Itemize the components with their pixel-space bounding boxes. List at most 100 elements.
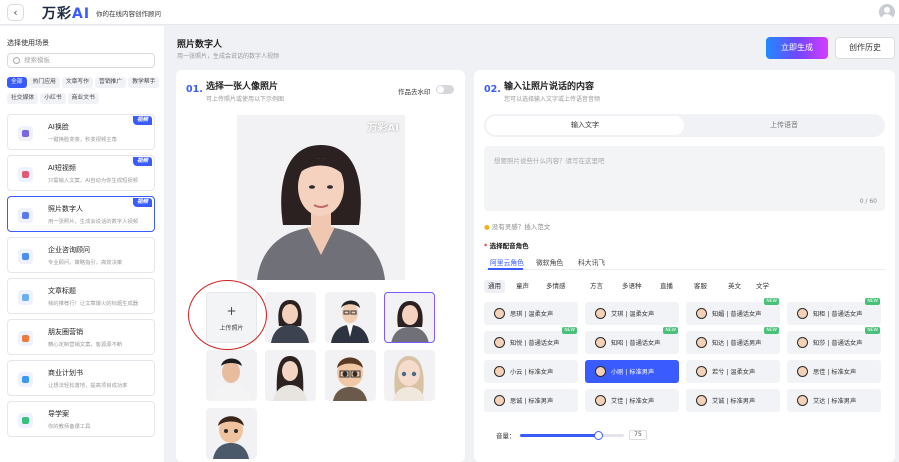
volume-label: 音量： <box>496 432 516 440</box>
scene-card[interactable]: 企业咨询顾问 专业顾问，策略指引，高效决策 <box>7 237 155 273</box>
provider-tab-iflytek[interactable]: 科大讯飞 <box>578 257 605 267</box>
voice-option[interactable]: 知昭 | 普通话女声 NEW <box>585 327 679 354</box>
preset-photo[interactable] <box>206 408 257 459</box>
top-bar: ‹ 万彩AI 你的在线内容创作顾问 <box>0 0 899 25</box>
tab-upload-audio[interactable]: 上传语音 <box>685 116 883 135</box>
voice-category-tab[interactable]: 客服 <box>690 280 711 293</box>
scene-card[interactable]: 文章标题 我的推荐行！让文章爆火的标题生成器 <box>7 278 155 314</box>
voice-option[interactable]: 知柜 | 普通话女声 NEW <box>787 298 881 325</box>
voice-avatar-icon <box>494 337 505 348</box>
voice-category-tab[interactable]: 直播 <box>656 280 677 293</box>
voice-option[interactable]: 知媚 | 普通话女声 NEW <box>686 298 780 325</box>
category-chip[interactable]: 全部 <box>7 77 27 88</box>
volume-handle[interactable] <box>594 431 603 440</box>
voice-option[interactable]: 若兮 | 温柔女声 <box>686 360 780 383</box>
voice-avatar-icon <box>595 337 606 348</box>
scene-card[interactable]: 照片数字人 用一张照片，生成会说话的数字人视频 视频 <box>7 196 155 232</box>
voice-avatar-icon <box>494 308 505 319</box>
voice-name: 思诚 | 标准男声 <box>510 398 554 405</box>
voice-option[interactable]: 艾达 | 标准男声 <box>787 389 881 412</box>
preset-photo[interactable] <box>265 292 316 343</box>
generate-button[interactable]: 立即生成 <box>766 37 828 59</box>
insert-example-link[interactable]: ● 没有灵感？插入范文 <box>484 221 550 231</box>
scene-card[interactable]: 商业计划书 让想法轻松落地，提高项目成功率 <box>7 360 155 396</box>
history-button[interactable]: 创作历史 <box>835 37 895 59</box>
voice-name: 知莎 | 普通话女声 <box>813 340 863 347</box>
preset-photo[interactable] <box>384 350 435 401</box>
voice-option[interactable]: 艾琪 | 温柔女声 <box>585 302 679 325</box>
speech-text-input[interactable]: 想要照片说些什么内容？请写在这里吧 0 / 60 <box>484 146 885 211</box>
voice-avatar-icon <box>797 395 808 406</box>
voice-avatar-icon <box>797 308 808 319</box>
category-chip[interactable]: 社交媒体 <box>7 93 39 104</box>
voice-option-selected[interactable]: 小刚 | 标准男声 <box>585 360 679 383</box>
voice-option[interactable]: 思诚 | 标准男声 <box>484 389 578 412</box>
scene-card[interactable]: AI换脸 一键换脸变装，秒变视频主角 视频 <box>7 114 155 150</box>
category-chip[interactable]: 商业文书 <box>67 93 99 104</box>
preset-photo[interactable] <box>265 350 316 401</box>
photo-watermark: 万彩AI <box>367 123 399 134</box>
voice-name: 艾诚 | 标准男声 <box>712 398 756 405</box>
char-count: 0 / 60 <box>859 198 877 205</box>
voice-name: 小云 | 标准女声 <box>510 369 554 376</box>
voice-option[interactable]: 知达 | 普通话男声 NEW <box>686 327 780 354</box>
selected-photo-preview: 万彩AI <box>237 115 405 280</box>
category-chips: 全部 热门应用 文章写作 营销推广 教学帮手社交媒体 小红书 商业文书 <box>7 76 162 108</box>
voice-category-tab[interactable]: 多情感 <box>542 280 570 293</box>
scene-description: 用一张照片，生成会说话的数字人视频 <box>48 219 139 225</box>
voice-avatar-icon <box>797 366 808 377</box>
new-badge: NEW <box>865 327 880 334</box>
user-avatar-icon[interactable] <box>879 4 895 20</box>
voice-name: 艾琪 | 温柔女声 <box>611 311 655 318</box>
photo-subheading: 可上传照片或使用以下示例图 <box>206 96 285 103</box>
scene-title: 企业咨询顾问 <box>48 246 90 254</box>
volume-value[interactable]: 75 <box>629 430 647 440</box>
scene-card[interactable]: 朋友圈营销 精心定制营销文案，客源源不断 <box>7 319 155 355</box>
preset-photo-selected[interactable] <box>384 292 435 343</box>
voice-option[interactable]: 思佳 | 标准女声 <box>787 360 881 383</box>
new-badge: NEW <box>865 298 880 305</box>
voice-name: 知昭 | 普通话女声 <box>611 340 661 347</box>
photo-heading: 选择一张人像照片 <box>206 82 279 92</box>
bulb-icon: ● <box>484 223 490 231</box>
voice-option[interactable]: 艾佳 | 标准女声 <box>585 389 679 412</box>
watermark-toggle[interactable] <box>436 85 454 94</box>
voice-avatar-icon <box>595 308 606 319</box>
voice-option[interactable]: 艾诚 | 标准男声 <box>686 389 780 412</box>
voice-category-tab[interactable]: 童声 <box>512 280 533 293</box>
scene-card[interactable]: 导学案 你的教师备课工具 <box>7 401 155 437</box>
new-badge: NEW <box>562 327 577 334</box>
voice-avatar-icon <box>696 308 707 319</box>
category-chip[interactable]: 教学帮手 <box>128 77 160 88</box>
voice-option[interactable]: 知莎 | 普通话女声 NEW <box>787 327 881 354</box>
title-icon <box>18 290 33 305</box>
back-button[interactable]: ‹ <box>7 4 24 21</box>
tagline: 你的在线内容创作顾问 <box>96 10 161 18</box>
voice-option[interactable]: 思琪 | 温柔女声 <box>484 302 578 325</box>
search-input[interactable]: 搜索模板 <box>7 53 155 68</box>
category-chip[interactable]: 文章写作 <box>61 77 94 88</box>
voice-category-tab[interactable]: 多语种 <box>618 280 646 293</box>
category-chip[interactable]: 热门应用 <box>28 77 60 88</box>
provider-tab-aliyun[interactable]: 阿里云角色 <box>490 257 524 267</box>
short-video-icon <box>18 167 33 182</box>
voice-option[interactable]: 知悦 | 普通话女声 NEW <box>484 327 578 354</box>
category-chip[interactable]: 营销推广 <box>95 77 127 88</box>
voice-category-tab[interactable]: 方言 <box>586 280 607 293</box>
voice-category-tab[interactable]: 英文 <box>724 280 745 293</box>
voice-name: 若兮 | 温柔女声 <box>712 369 756 376</box>
preset-photo[interactable] <box>325 292 376 343</box>
tab-text-input[interactable]: 输入文字 <box>486 116 684 135</box>
preset-photo[interactable] <box>206 350 257 401</box>
preset-photo[interactable] <box>325 350 376 401</box>
voice-option[interactable]: 小云 | 标准女声 <box>484 360 578 383</box>
voice-category-tab[interactable]: 通用 <box>484 280 505 293</box>
provider-tab-microsoft[interactable]: 微软角色 <box>536 257 563 267</box>
voice-category-tab[interactable]: 文学 <box>752 280 773 293</box>
volume-slider[interactable] <box>520 431 624 440</box>
scene-title: 商业计划书 <box>48 369 83 377</box>
scene-description: 只需输入文案，AI自动为你生成短视频 <box>48 178 138 184</box>
category-chip[interactable]: 小红书 <box>40 93 66 104</box>
scene-description: 一键换脸变装，秒变视频主角 <box>48 137 117 143</box>
scene-card[interactable]: AI短视频 只需输入文案，AI自动为你生成短视频 视频 <box>7 155 155 191</box>
